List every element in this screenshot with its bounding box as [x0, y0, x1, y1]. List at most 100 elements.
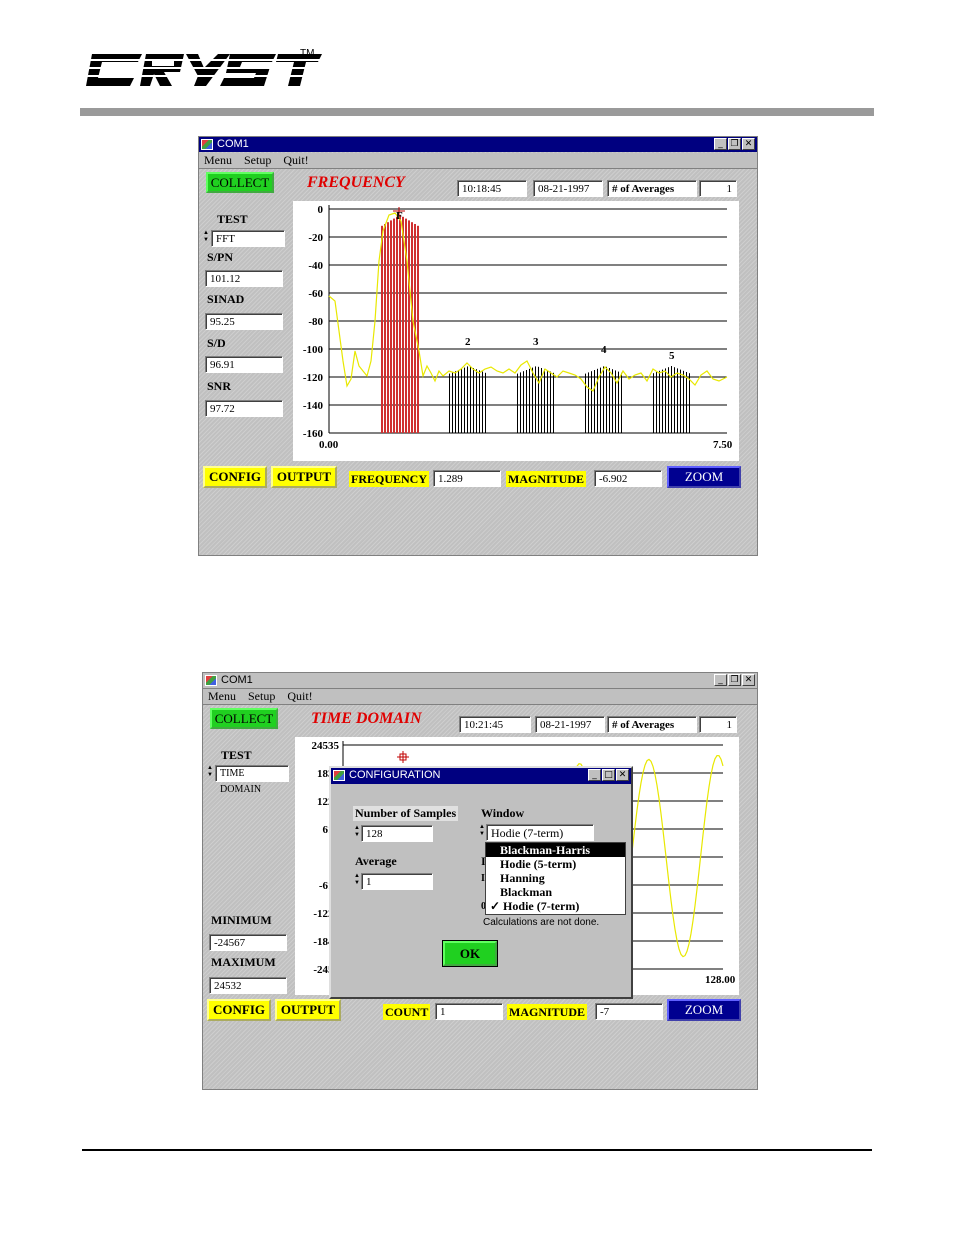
harmonic-bar — [479, 370, 480, 433]
window-option[interactable]: Blackman — [486, 885, 625, 899]
config-button[interactable]: CONFIG — [203, 466, 267, 488]
harmonic-bar — [547, 370, 548, 433]
menu-item-setup[interactable]: Setup — [244, 153, 271, 167]
date-field: 08-21-1997 — [535, 716, 605, 733]
samples-spinner[interactable]: ▲ ▼ — [353, 825, 361, 840]
window-select[interactable]: Hodie (7-term) — [486, 824, 594, 841]
x-max-label: 128.00 — [705, 974, 736, 986]
status-text: Calculations are not done. — [483, 917, 600, 928]
test-select[interactable]: TIME DOMAIN — [215, 765, 289, 795]
harmonic-bar — [653, 373, 654, 433]
menu-item-menu[interactable]: Menu — [204, 153, 232, 167]
fundamental-bar — [402, 216, 404, 433]
fundamental-bar — [396, 216, 398, 433]
harmonic-bar — [529, 368, 530, 433]
close-icon[interactable]: ✕ — [616, 769, 629, 781]
window-option[interactable]: Blackman-Harris — [486, 843, 625, 857]
test-select[interactable]: FFT — [211, 230, 285, 247]
dialog-title: CONFIGURATION — [349, 769, 441, 781]
metric-value-sinad: 95.25 — [205, 313, 283, 330]
average-input[interactable]: 1 — [361, 873, 433, 890]
window-spinner[interactable]: ▲ ▼ — [478, 824, 486, 839]
harmonic-bar — [544, 369, 545, 433]
zoom-button[interactable]: ZOOM — [667, 999, 741, 1021]
metric-value-spn: 101.12 — [205, 270, 283, 287]
footer-rule — [82, 1149, 872, 1151]
title-bar[interactable]: COM1 _ ❐ ✕ — [199, 137, 757, 152]
harmonic-bar — [461, 368, 462, 433]
header-rule — [80, 108, 874, 116]
y-tick-label: -20 — [308, 232, 323, 244]
menu-item-quit[interactable]: Quit! — [283, 153, 308, 167]
restore-icon[interactable]: ❐ — [728, 138, 741, 150]
minimize-icon[interactable]: _ — [714, 138, 727, 150]
averages-input[interactable]: 1 — [699, 716, 737, 733]
restore-icon[interactable]: ❐ — [728, 674, 741, 686]
trademark-mark: TM — [300, 48, 315, 59]
fundamental-bar — [387, 222, 389, 433]
metric-label-spn: S/PN — [207, 250, 234, 264]
title-bar[interactable]: COM1 _ ❐ ✕ — [203, 673, 757, 689]
menu-item-setup[interactable]: Setup — [248, 689, 275, 703]
test-label: TEST — [217, 212, 248, 226]
zoom-button[interactable]: ZOOM — [667, 466, 741, 488]
harmonic-bar — [550, 371, 551, 433]
collect-button[interactable]: COLLECT — [206, 172, 274, 193]
averages-input[interactable]: 1 — [699, 180, 737, 197]
y-tick-label: -100 — [303, 344, 324, 356]
y-tick-label: -40 — [308, 260, 323, 272]
frequency-chart[interactable]: 0 -20 -40 -60 -80 -100 -120 -140 -160 0.… — [293, 201, 739, 461]
fundamental-bar — [399, 215, 401, 433]
x-min-label: 0.00 — [319, 439, 339, 451]
harmonic-bar — [467, 366, 468, 433]
frequency-chart-svg: 0 -20 -40 -60 -80 -100 -120 -140 -160 0.… — [303, 204, 733, 451]
harmonic-bar — [609, 368, 610, 433]
test-spinner[interactable]: ▲ ▼ — [206, 765, 214, 780]
minimize-icon[interactable]: _ — [714, 674, 727, 686]
output-button[interactable]: OUTPUT — [275, 999, 341, 1021]
minimize-icon[interactable]: _ — [588, 769, 601, 781]
fundamental-bar — [408, 220, 410, 433]
config-button[interactable]: CONFIG — [207, 999, 271, 1021]
metric-label-sinad: SINAD — [207, 292, 245, 306]
fundamental-bar — [411, 222, 413, 433]
app-icon — [333, 770, 345, 781]
crystal-logo — [80, 40, 325, 100]
y-tick-label: -140 — [303, 400, 324, 412]
harmonic-bar — [458, 370, 459, 433]
restore-icon[interactable]: □ — [602, 769, 615, 781]
close-icon[interactable]: ✕ — [742, 674, 755, 686]
test-spinner[interactable]: ▲ ▼ — [202, 230, 210, 245]
menu-item-menu[interactable]: Menu — [208, 689, 236, 703]
x-max-label: 7.50 — [713, 439, 733, 451]
harmonic-bar — [606, 366, 607, 433]
window-option[interactable]: Hanning — [486, 871, 625, 885]
harmonic-bar — [476, 369, 477, 433]
configuration-dialog: CONFIGURATION _ □ ✕ Number of Samples ▲ ▼… — [329, 766, 633, 999]
harmonic-label-4: 4 — [601, 344, 607, 356]
harmonic-bar — [677, 368, 678, 433]
window-option[interactable]: ✓ Hodie (7-term) — [486, 899, 625, 913]
harmonic-bar — [449, 373, 450, 433]
average-spinner[interactable]: ▲ ▼ — [353, 873, 361, 888]
fundamental-label: F — [396, 210, 403, 222]
harmonic-bar — [470, 366, 471, 433]
ok-button[interactable]: OK — [442, 940, 498, 967]
window-option[interactable]: Hodie (5-term) — [486, 857, 625, 871]
window-dropdown-list[interactable]: Blackman-Harris Hodie (5-term) Hanning B… — [485, 842, 626, 915]
harmonic-bar — [473, 368, 474, 433]
collect-button[interactable]: COLLECT — [210, 708, 278, 729]
mode-title: FREQUENCY — [307, 174, 405, 191]
magnitude-value: -7 — [595, 1003, 663, 1020]
output-button[interactable]: OUTPUT — [271, 466, 337, 488]
close-icon[interactable]: ✕ — [742, 138, 755, 150]
window-title: COM1 — [217, 138, 249, 150]
harmonic-label-2: 2 — [465, 336, 471, 348]
samples-input[interactable]: 128 — [361, 825, 433, 842]
harmonic-bar — [538, 366, 539, 433]
harmonic-bar — [452, 372, 453, 433]
menu-item-quit[interactable]: Quit! — [287, 689, 312, 703]
count-value: 1 — [435, 1003, 503, 1020]
dialog-title-bar[interactable]: CONFIGURATION _ □ ✕ — [331, 768, 631, 784]
samples-label: Number of Samples — [353, 806, 459, 821]
